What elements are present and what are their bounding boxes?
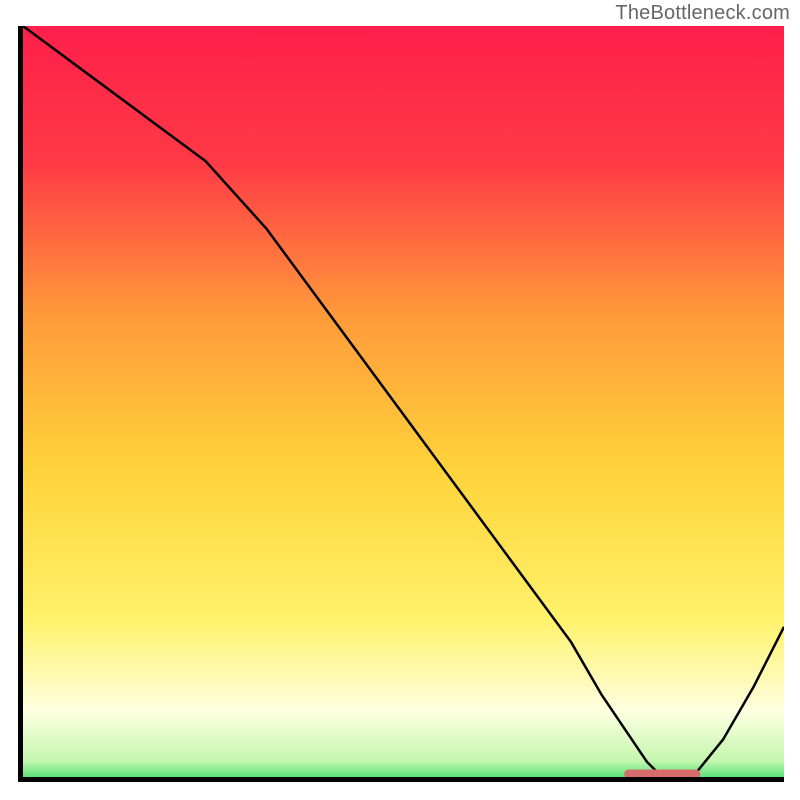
curve-layer [23,26,784,777]
chart-container: TheBottleneck.com [0,0,800,800]
plot-area [18,26,784,782]
bottleneck-curve [23,26,784,777]
optimal-marker [624,769,700,777]
watermark-text: TheBottleneck.com [615,2,790,25]
